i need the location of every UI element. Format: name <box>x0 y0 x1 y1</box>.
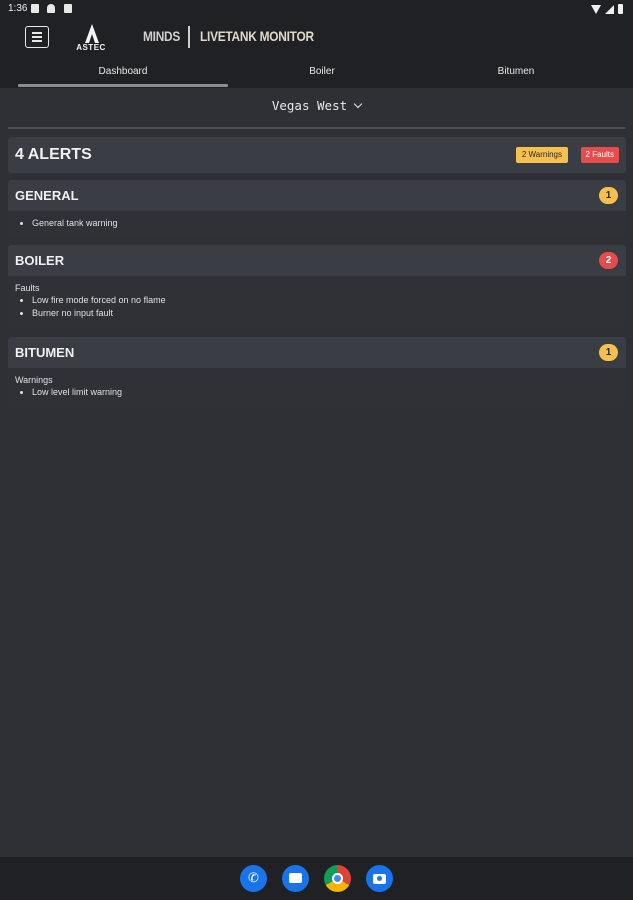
tab-boiler[interactable]: Boiler <box>222 66 422 77</box>
battery-icon <box>618 4 623 14</box>
astec-logo-mark <box>85 24 99 43</box>
section-general: GENERAL 1 General tank warning <box>8 180 626 238</box>
signal-icon <box>605 4 614 14</box>
section-bitumen-header[interactable]: BITUMEN 1 <box>8 337 626 368</box>
alert-item: Burner no input fault <box>32 307 619 320</box>
warning-count-badge: 1 <box>599 344 618 361</box>
warnings-badge[interactable]: 2 Warnings <box>515 147 568 163</box>
alert-list: General tank warning <box>15 217 619 230</box>
tab-dashboard[interactable]: Dashboard <box>18 66 228 77</box>
site-selector[interactable]: Vegas West <box>0 98 633 113</box>
alert-list: Low level limit warning <box>15 386 619 399</box>
section-body: Faults Low fire mode forced on no flame … <box>8 276 626 327</box>
group-label: Faults <box>15 283 40 293</box>
status-time: 1:36 <box>8 3 28 14</box>
navigation-dock: ✆ <box>0 857 633 900</box>
messages-icon[interactable] <box>282 865 309 892</box>
brand-name: MINDS <box>143 28 181 44</box>
camera-icon[interactable] <box>366 865 393 892</box>
section-general-header[interactable]: GENERAL 1 <box>8 180 626 211</box>
menu-icon-line <box>32 40 42 42</box>
app-title: LIVETANK MONITOR <box>200 28 314 44</box>
message-bubble <box>289 873 302 883</box>
chrome-icon[interactable] <box>324 865 351 892</box>
site-selector-value: Vegas West <box>271 98 348 113</box>
section-boiler: BOILER 2 Faults Low fire mode forced on … <box>8 245 626 327</box>
section-body: General tank warning <box>8 211 626 238</box>
sd-card-icon <box>64 4 72 13</box>
wifi-icon <box>591 4 601 14</box>
active-tab-indicator <box>18 84 228 87</box>
phone-icon[interactable]: ✆ <box>240 865 267 892</box>
logo-text: ASTEC <box>76 43 106 52</box>
astec-logo: ASTEC <box>68 23 116 53</box>
section-title: GENERAL <box>15 188 79 203</box>
alert-list: Low fire mode forced on no flame Burner … <box>15 294 619 319</box>
menu-icon-line <box>32 36 42 38</box>
chevron-down-icon <box>353 99 363 109</box>
alert-item: Low fire mode forced on no flame <box>32 294 619 307</box>
brand-divider <box>188 26 190 48</box>
phone-glyph: ✆ <box>248 870 259 885</box>
section-boiler-header[interactable]: BOILER 2 <box>8 245 626 276</box>
warning-count-badge: 1 <box>599 187 618 204</box>
menu-icon <box>32 32 42 34</box>
divider <box>8 127 626 129</box>
section-title: BITUMEN <box>15 345 75 360</box>
chrome-center <box>332 873 343 884</box>
alert-item: Low level limit warning <box>32 386 619 399</box>
alerts-count-title: 4 ALERTS <box>15 146 92 163</box>
alert-item: General tank warning <box>32 217 619 230</box>
shield-icon <box>47 4 55 13</box>
status-bar: 1:36 <box>0 0 633 18</box>
alerts-summary: 4 ALERTS 2 Warnings 2 Faults <box>8 137 626 173</box>
group-label: Warnings <box>15 375 53 385</box>
fault-count-badge: 2 <box>599 252 618 269</box>
section-bitumen: BITUMEN 1 Warnings Low level limit warni… <box>8 337 626 407</box>
camera-lens <box>377 876 382 881</box>
tab-bitumen[interactable]: Bitumen <box>416 66 616 77</box>
menu-button[interactable] <box>25 26 49 48</box>
faults-badge[interactable]: 2 Faults <box>580 147 619 163</box>
notification-icon <box>31 4 39 13</box>
section-body: Warnings Low level limit warning <box>8 368 626 407</box>
section-title: BOILER <box>15 253 65 268</box>
